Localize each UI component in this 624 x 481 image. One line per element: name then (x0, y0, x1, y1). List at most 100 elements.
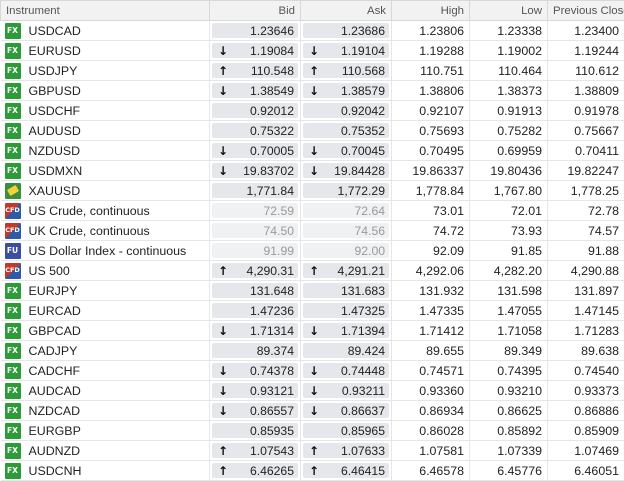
table-row[interactable]: FXAUDUSD0.753220.753520.756930.752820.75… (1, 121, 624, 141)
instrument-cell: FXUSDMXN (1, 161, 210, 181)
table-row[interactable]: FXEURJPY131.648131.683131.932131.598131.… (1, 281, 624, 301)
table-row[interactable]: CFDUS 500↑4,290.31↑4,291.214,292.064,282… (1, 261, 624, 281)
table-row[interactable]: CFDUS Crude, continuous72.5972.6473.0172… (1, 201, 624, 221)
instrument-cell: FUUS Dollar Index - continuous (1, 241, 210, 261)
ask-price-button[interactable]: 131.683 (303, 283, 389, 298)
ask-cell: 72.64 (301, 201, 392, 221)
header-previous-close[interactable]: Previous Close (548, 1, 624, 21)
table-row[interactable]: FXAUDCAD↓0.93121↓0.932110.933600.932100.… (1, 381, 624, 401)
ask-price-button[interactable]: 0.85965 (303, 423, 389, 438)
bid-price-button[interactable]: 0.92012 (212, 103, 298, 118)
low-value: 1.19002 (470, 41, 548, 61)
ask-price-button[interactable]: ↓1.38579 (303, 83, 389, 98)
ask-price-button[interactable]: 0.75352 (303, 123, 389, 138)
previous-close-value: 89.638 (548, 341, 624, 361)
header-instrument[interactable]: Instrument (1, 1, 210, 21)
table-row[interactable]: FXCADJPY89.37489.42489.65589.34989.638 (1, 341, 624, 361)
arrow-down-icon: ↓ (308, 84, 320, 98)
bid-value: 0.92012 (250, 104, 294, 118)
bid-price-button[interactable]: ↓1.19084 (212, 43, 298, 58)
bid-cell: ↑110.548 (210, 61, 301, 81)
bid-price-button[interactable]: ↑110.548 (212, 63, 298, 78)
table-row[interactable]: FXUSDJPY↑110.548↑110.568110.751110.46411… (1, 61, 624, 81)
bid-price-button[interactable]: 1,771.84 (212, 183, 298, 198)
ask-price-button[interactable]: 1.23686 (303, 23, 389, 38)
ask-value: 74.56 (355, 224, 386, 238)
bid-price-button[interactable]: 72.59 (212, 203, 298, 218)
bid-value: 1.19084 (250, 44, 294, 58)
table-row[interactable]: FXEURUSD↓1.19084↓1.191041.192881.190021.… (1, 41, 624, 61)
bid-price-button[interactable]: ↑6.46265 (212, 463, 298, 478)
table-row[interactable]: FXGBPCAD↓1.71314↓1.713941.714121.710581.… (1, 321, 624, 341)
table-row[interactable]: FXEURGBP0.859350.859650.860280.858920.85… (1, 421, 624, 441)
bid-price-button[interactable]: ↓1.71314 (212, 323, 298, 338)
bid-price-button[interactable]: ↑4,290.31 (212, 263, 298, 278)
bid-price-button[interactable]: ↓0.86557 (212, 403, 298, 418)
arrow-down-icon: ↓ (217, 384, 229, 398)
ask-price-button[interactable]: ↑6.46415 (303, 463, 389, 478)
header-high[interactable]: High (392, 1, 470, 21)
previous-close-value: 0.91978 (548, 101, 624, 121)
table-row[interactable]: FUUS Dollar Index - continuous91.99 92.00… (1, 241, 624, 261)
ask-price-button[interactable]: 72.64 (303, 203, 389, 218)
header-bid[interactable]: Bid (210, 1, 301, 21)
instrument-name: USDJPY (29, 64, 78, 78)
table-row[interactable]: FXGBPUSD↓1.38549↓1.385791.388061.383731.… (1, 81, 624, 101)
bid-value: 1.07543 (250, 444, 294, 458)
arrow-down-icon: ↓ (217, 164, 229, 178)
bid-price-button[interactable]: 89.374 (212, 343, 298, 358)
ask-price-button[interactable]: ↑110.568 (303, 63, 389, 78)
bid-price-button[interactable]: ↓0.74378 (212, 363, 298, 378)
table-row[interactable]: FXNZDUSD↓0.70005↓0.700450.704950.699590.… (1, 141, 624, 161)
table-row[interactable]: FXAUDNZD↑1.07543↑1.076331.075811.073391.… (1, 441, 624, 461)
arrow-down-icon: ↓ (217, 404, 229, 418)
bid-price-button[interactable]: 131.648 (212, 283, 298, 298)
ask-price-button[interactable]: ↓1.19104 (303, 43, 389, 58)
ask-price-button[interactable]: ↓0.93211 (303, 383, 389, 398)
header-ask[interactable]: Ask (301, 1, 392, 21)
header-low[interactable]: Low (470, 1, 548, 21)
bid-price-button[interactable]: ↓0.70005 (212, 143, 298, 158)
ask-price-button[interactable]: 74.56 (303, 223, 389, 238)
bid-value: 131.648 (250, 284, 294, 298)
ask-price-button[interactable]: ↑1.07633 (303, 443, 389, 458)
bid-cell: ↓0.86557 (210, 401, 301, 421)
ask-price-button[interactable]: ↓19.84428 (303, 163, 389, 178)
table-row[interactable]: FXCADCHF↓0.74378↓0.744480.745710.743950.… (1, 361, 624, 381)
instrument-name: EURGBP (29, 424, 81, 438)
bid-price-button[interactable]: 0.75322 (212, 123, 298, 138)
table-row[interactable]: XAUUSD1,771.841,772.291,778.841,767.801,… (1, 181, 624, 201)
ask-price-button[interactable]: 1,772.29 (303, 183, 389, 198)
bid-price-button[interactable]: 74.50 (212, 223, 298, 238)
ask-price-button[interactable]: 0.92042 (303, 103, 389, 118)
bid-price-button[interactable]: ↓1.38549 (212, 83, 298, 98)
ask-price-button[interactable]: ↓0.74448 (303, 363, 389, 378)
bid-price-button[interactable]: ↑1.07543 (212, 443, 298, 458)
bid-price-button[interactable]: ↓19.83702 (212, 163, 298, 178)
table-row[interactable]: FXUSDCAD1.236461.236861.238061.233381.23… (1, 21, 624, 41)
bid-price-button[interactable]: 91.99 (212, 243, 298, 258)
instrument-wrap: FXEURCAD (5, 303, 210, 319)
ask-price-button[interactable]: 1.47325 (303, 303, 389, 318)
table-row[interactable]: FXNZDCAD↓0.86557↓0.866370.869340.866250.… (1, 401, 624, 421)
table-row[interactable]: FXUSDCNH↑6.46265↑6.464156.465786.457766.… (1, 461, 624, 481)
table-row[interactable]: FXUSDMXN↓19.83702↓19.8442819.8633719.804… (1, 161, 624, 181)
bid-price-button[interactable]: 0.85935 (212, 423, 298, 438)
high-value: 1.19288 (392, 41, 470, 61)
ask-price-button[interactable]: 92.00 (303, 243, 389, 258)
table-row[interactable]: CFDUK Crude, continuous74.5074.5674.7273… (1, 221, 624, 241)
bid-price-button[interactable]: ↓0.93121 (212, 383, 298, 398)
table-row[interactable]: FXUSDCHF0.920120.920420.921070.919130.91… (1, 101, 624, 121)
bid-price-button[interactable]: 1.23646 (212, 23, 298, 38)
ask-value: 1,772.29 (338, 184, 385, 198)
ask-price-button[interactable]: ↓0.70045 (303, 143, 389, 158)
quotes-table: Instrument Bid Ask High Low Previous Clo… (0, 0, 624, 481)
ask-price-button[interactable]: ↓1.71394 (303, 323, 389, 338)
ask-price-button[interactable]: ↓0.86637 (303, 403, 389, 418)
instrument-name: CADCHF (29, 364, 81, 378)
bid-price-button[interactable]: 1.47236 (212, 303, 298, 318)
ask-price-button[interactable]: 89.424 (303, 343, 389, 358)
low-value: 0.86625 (470, 401, 548, 421)
ask-price-button[interactable]: ↑4,291.21 (303, 263, 389, 278)
table-row[interactable]: FXEURCAD1.472361.473251.473351.470551.47… (1, 301, 624, 321)
